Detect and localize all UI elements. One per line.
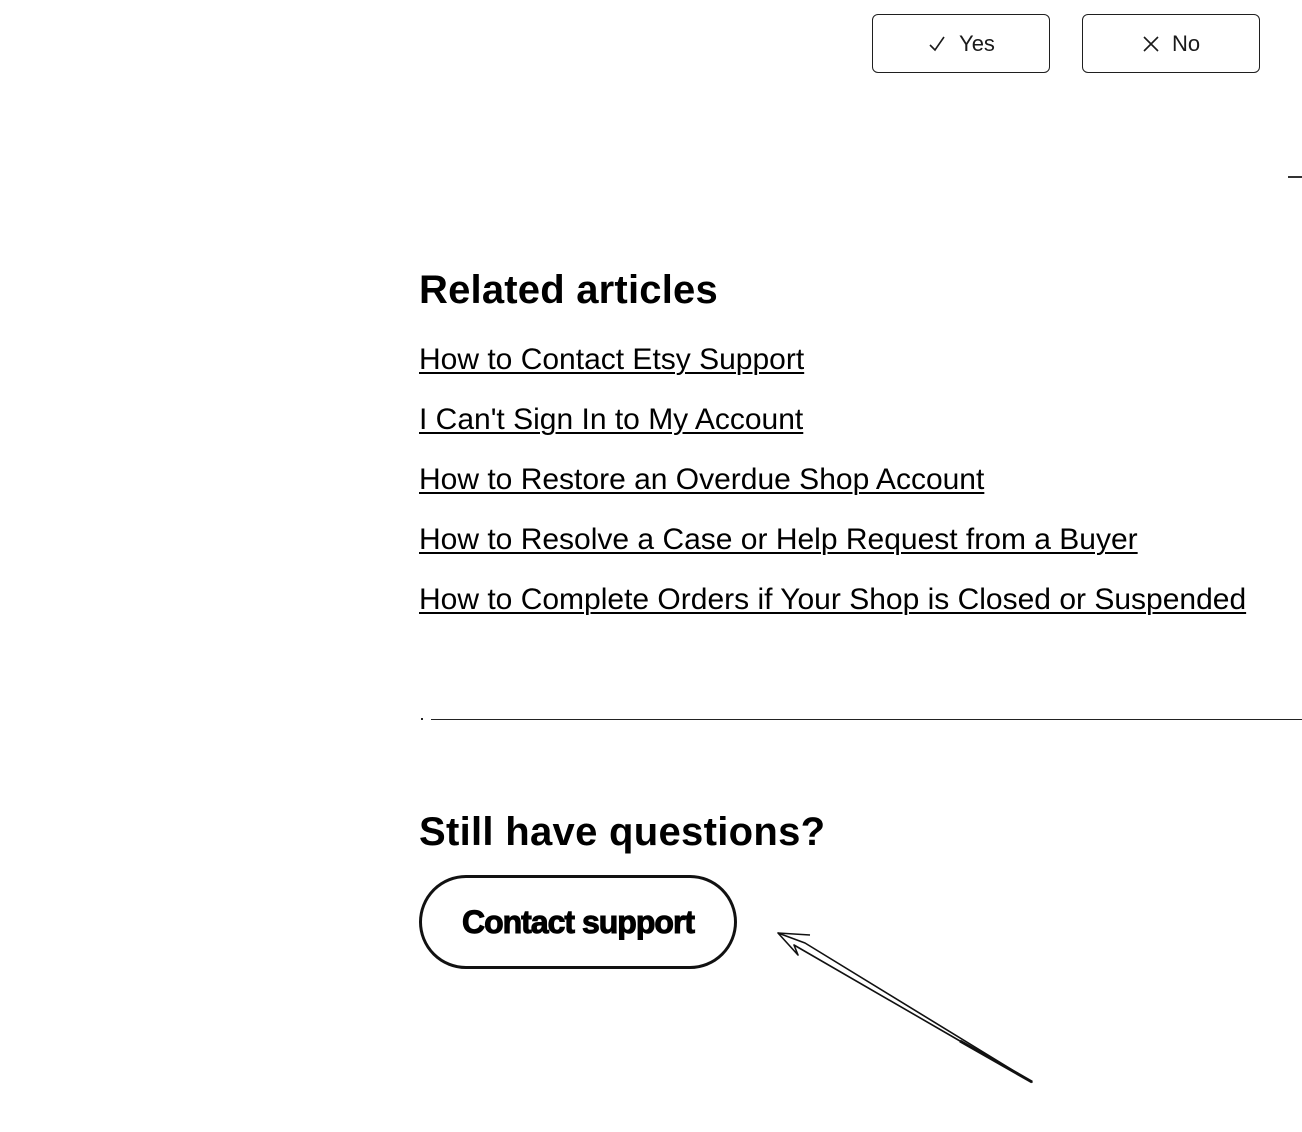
- related-articles-list: How to Contact Etsy Support I Can't Sign…: [419, 340, 1302, 640]
- related-articles-heading: Related articles: [419, 268, 718, 312]
- list-item: How to Complete Orders if Your Shop is C…: [419, 580, 1302, 640]
- check-icon: [927, 34, 947, 54]
- feedback-no-label: No: [1171, 30, 1201, 56]
- article-link-resolve-case[interactable]: How to Resolve a Case or Help Request fr…: [419, 523, 1138, 556]
- feedback-no-button[interactable]: No: [1082, 14, 1260, 73]
- section-divider: [431, 719, 1302, 720]
- help-article-footer: Yes No Related articles How to Contact E…: [0, 0, 1302, 1132]
- feedback-yes-label: Yes: [959, 30, 995, 56]
- list-item: How to Contact Etsy Support: [419, 340, 1302, 400]
- still-have-questions-heading: Still have questions?: [419, 810, 826, 854]
- divider-dot: [421, 718, 423, 720]
- feedback-yes-button[interactable]: Yes: [872, 14, 1050, 73]
- list-item: How to Restore an Overdue Shop Account: [419, 460, 1302, 520]
- divider-fragment: [1288, 176, 1302, 178]
- close-icon: [1142, 35, 1160, 53]
- article-link-contact-support[interactable]: How to Contact Etsy Support: [419, 343, 804, 376]
- article-link-complete-orders[interactable]: How to Complete Orders if Your Shop is C…: [419, 583, 1246, 616]
- pointer-arrow-icon: [777, 932, 1033, 1084]
- contact-support-button[interactable]: Contact support: [419, 875, 737, 969]
- list-item: How to Resolve a Case or Help Request fr…: [419, 520, 1302, 580]
- article-link-cant-sign-in[interactable]: I Can't Sign In to My Account: [419, 403, 803, 436]
- article-link-restore-overdue-shop[interactable]: How to Restore an Overdue Shop Account: [419, 463, 984, 496]
- list-item: I Can't Sign In to My Account: [419, 400, 1302, 460]
